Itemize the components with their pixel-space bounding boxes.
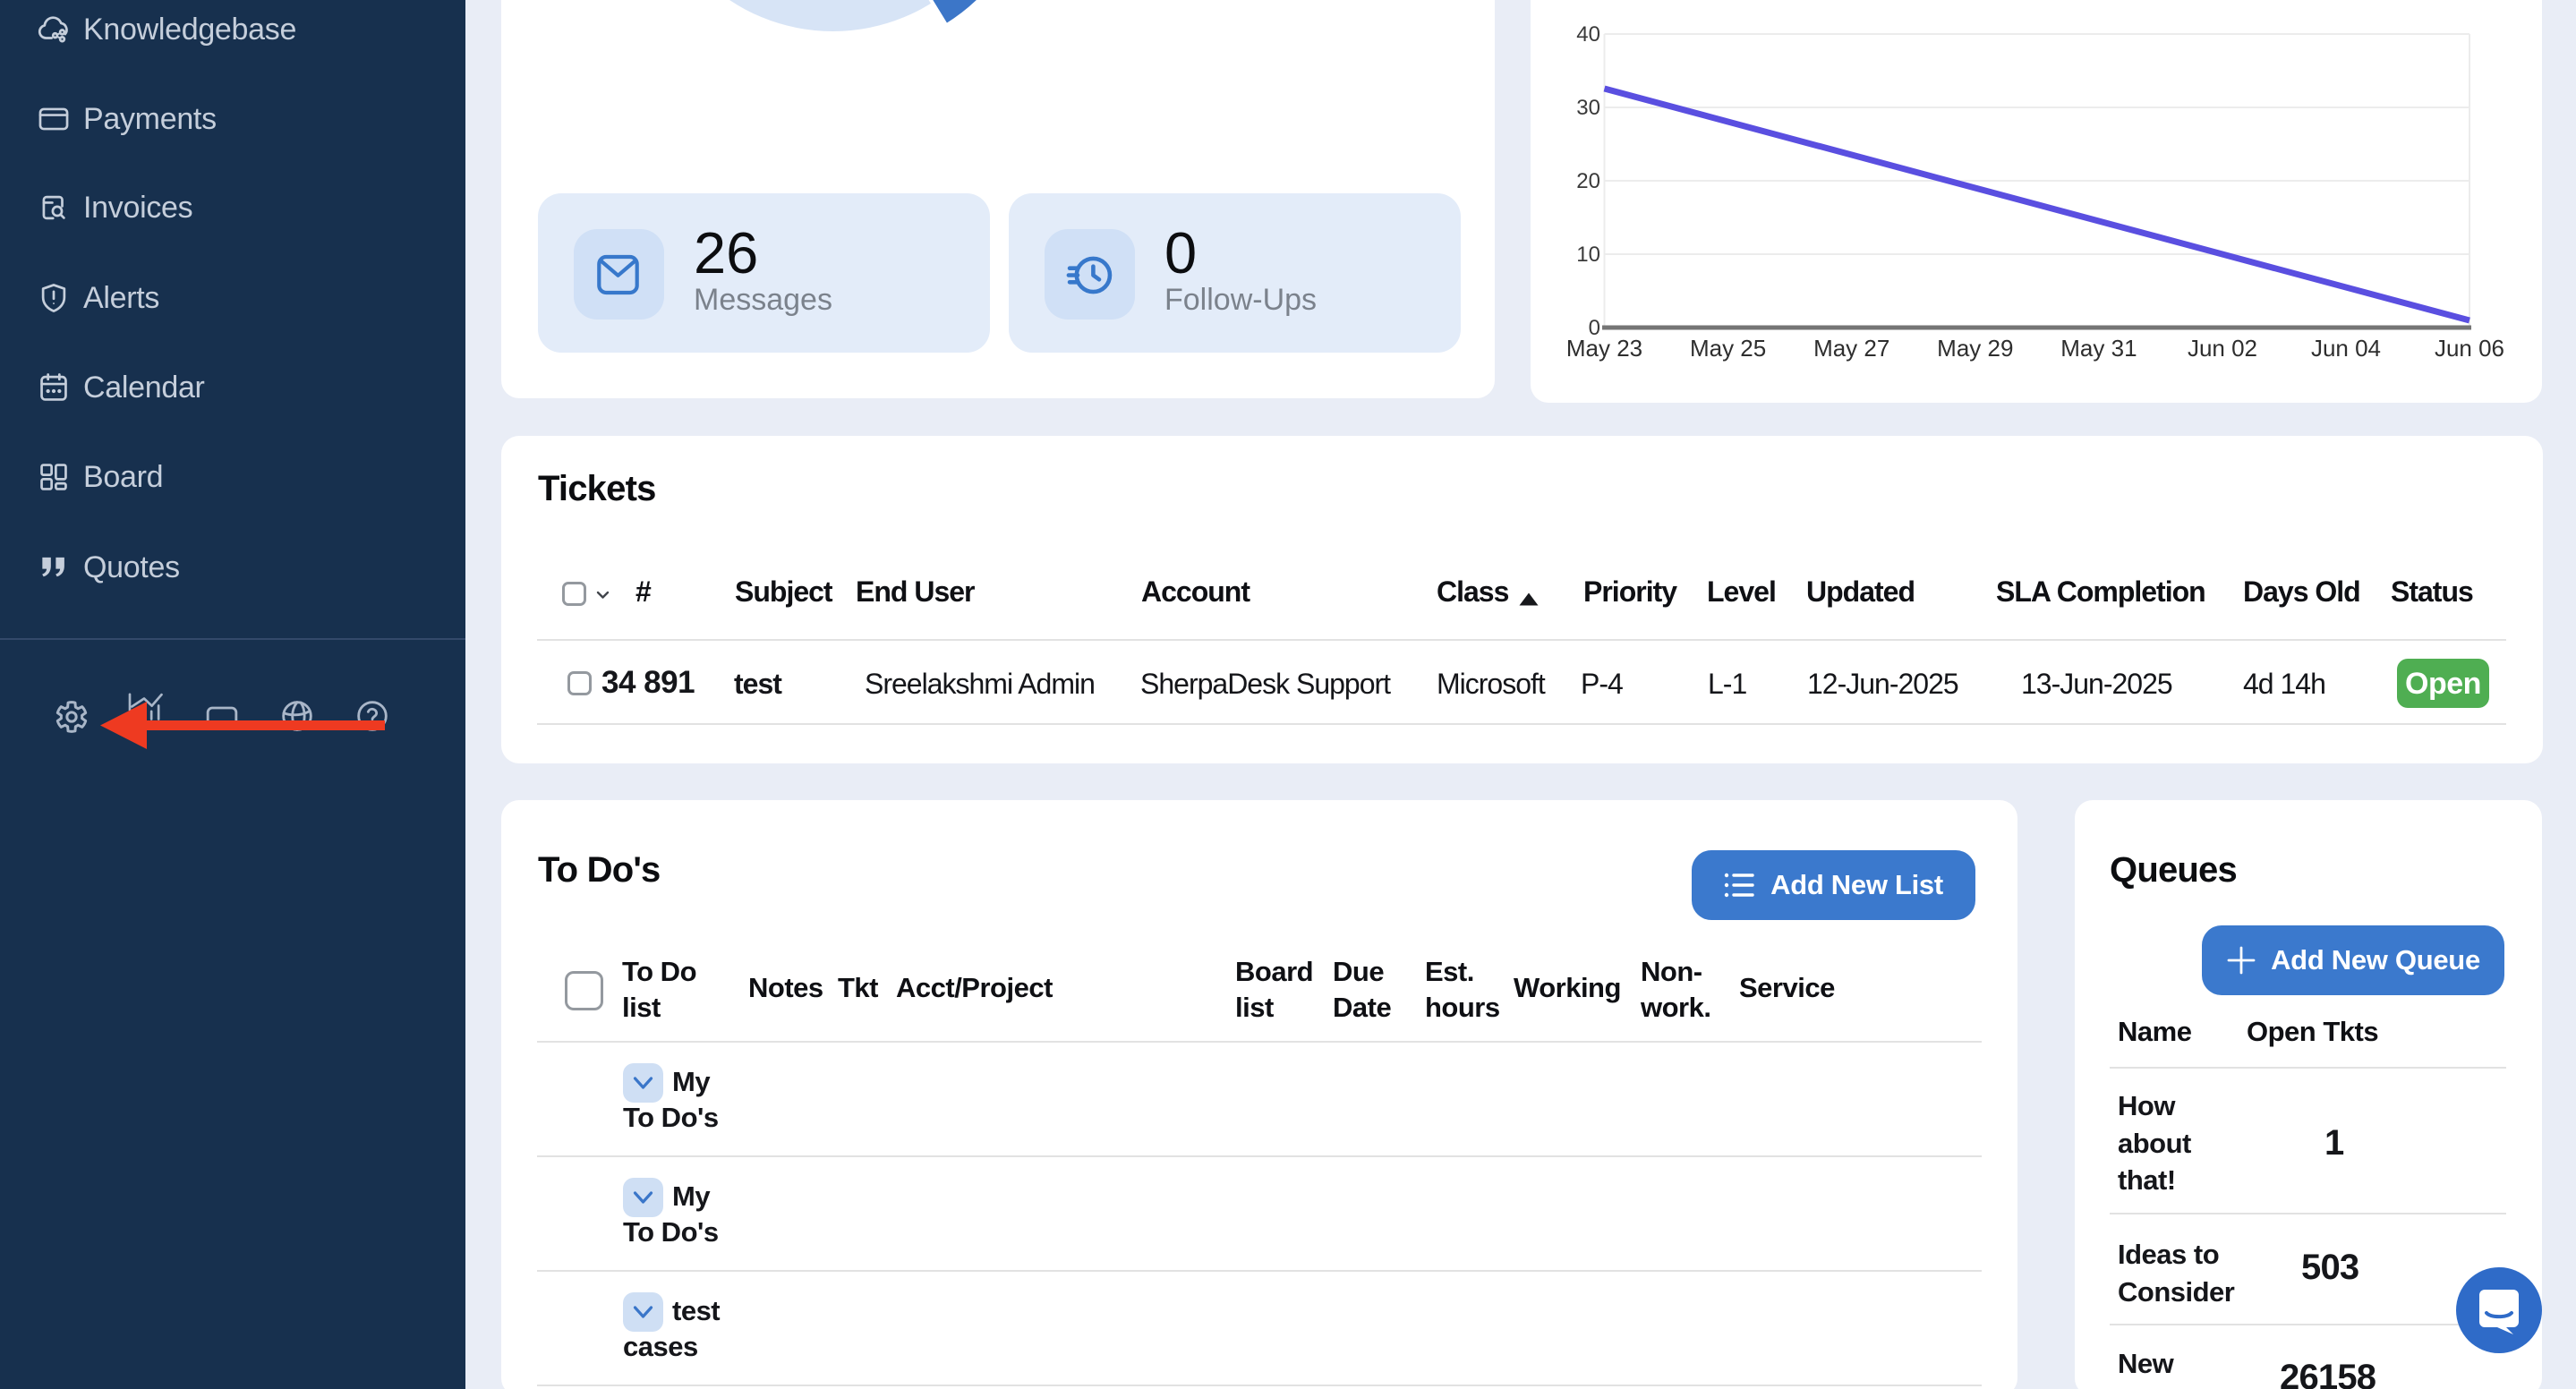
svg-text:Jun 04: Jun 04 xyxy=(2311,335,2381,362)
svg-text:40: 40 xyxy=(1576,22,1600,47)
svg-text:May 25: May 25 xyxy=(1690,335,1766,362)
svg-text:20: 20 xyxy=(1576,169,1600,193)
svg-text:Jun 06: Jun 06 xyxy=(2435,335,2504,362)
svg-text:May 27: May 27 xyxy=(1813,335,1889,362)
svg-text:May 23: May 23 xyxy=(1566,335,1642,362)
svg-text:May 31: May 31 xyxy=(2060,335,2137,362)
svg-text:Jun 02: Jun 02 xyxy=(2188,335,2257,362)
svg-text:30: 30 xyxy=(1576,96,1600,120)
svg-text:May 29: May 29 xyxy=(1937,335,2013,362)
svg-text:10: 10 xyxy=(1576,243,1600,267)
